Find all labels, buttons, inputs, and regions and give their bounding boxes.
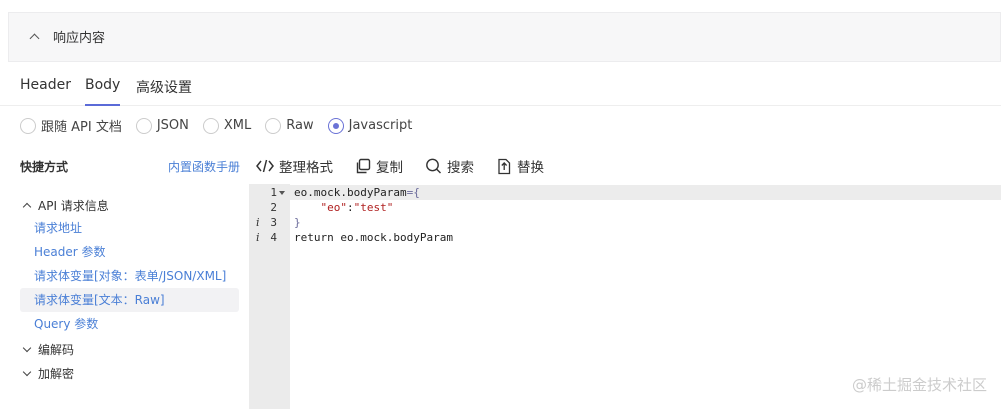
radio-label: Raw (286, 118, 314, 133)
radio-circle-icon (135, 117, 152, 134)
radio-label: Javascript (348, 118, 413, 133)
fold-arrow-icon[interactable] (279, 191, 285, 195)
replace-label: 替换 (517, 160, 544, 176)
watermark: @稀土掘金技术社区 (851, 376, 987, 394)
tab-bar: Header Body 高级设置 (0, 64, 1001, 106)
group-encode-decode[interactable]: 编解码 (22, 341, 74, 358)
format-label: 整理格式 (279, 160, 333, 176)
line-number-4: i 4 (256, 231, 277, 244)
chevron-down-icon (22, 345, 32, 355)
editor-toolbar: 整理格式 复制 搜索 替换 (256, 156, 566, 176)
radio-checked-icon (327, 117, 344, 134)
chevron-up-icon (29, 31, 41, 43)
tab-header[interactable]: Header (20, 77, 71, 104)
search-button[interactable]: 搜索 (425, 156, 474, 176)
group-label: 编解码 (38, 343, 75, 357)
radio-circle-icon (265, 117, 282, 134)
search-icon (426, 158, 441, 174)
sidebar-item-query-params[interactable]: Query 参数 (20, 312, 239, 336)
group-api-request-info[interactable]: API 请求信息 (22, 197, 109, 214)
radio-label: 跟随 API 文档 (41, 120, 122, 135)
replace-button[interactable]: 替换 (496, 156, 544, 176)
radio-follow-api-doc[interactable]: 跟随 API 文档 (20, 116, 122, 135)
sidebar-item-header-params[interactable]: Header 参数 (20, 240, 239, 264)
tab-body[interactable]: Body (85, 77, 121, 106)
chevron-up-icon (22, 201, 32, 211)
response-content-toggle[interactable]: 响应内容 (29, 27, 105, 46)
body-type-radio-group: 跟随 API 文档 JSON XML Raw Javascript (20, 116, 426, 135)
sidebar-header: 快捷方式 内置函数手册 (20, 158, 240, 175)
builtin-function-manual-link[interactable]: 内置函数手册 (168, 158, 240, 175)
group-encrypt-decrypt[interactable]: 加解密 (22, 365, 74, 382)
radio-label: JSON (156, 118, 189, 133)
code-line-1: eo.mock.bodyParam={ (294, 186, 420, 199)
code-line-4: return eo.mock.bodyParam (294, 231, 453, 244)
radio-javascript[interactable]: Javascript (327, 117, 413, 134)
sidebar-item-body-object[interactable]: 请求体变量[对象：表单/JSON/XML] (20, 264, 239, 288)
radio-xml[interactable]: XML (202, 117, 252, 134)
info-icon: i (256, 216, 260, 229)
radio-json[interactable]: JSON (135, 117, 189, 134)
shortcuts-sidebar: 快捷方式 内置函数手册 API 请求信息 请求地址 Header 参数 请求体变… (0, 150, 249, 409)
sidebar-item-request-url[interactable]: 请求地址 (20, 216, 239, 240)
response-content-panel: 响应内容 (8, 12, 1001, 62)
sidebar-title: 快捷方式 (20, 160, 69, 174)
format-button[interactable]: 整理格式 (256, 156, 333, 176)
code-line-2: "eo":"test" (320, 201, 394, 214)
code-icon (256, 159, 274, 173)
line-number-1: 1 (249, 185, 290, 200)
radio-circle-icon (20, 117, 36, 134)
line-number-2: 2 (270, 201, 277, 214)
tab-advanced-settings[interactable]: 高级设置 (136, 77, 192, 108)
radio-circle-icon (202, 117, 219, 134)
replace-icon (498, 158, 511, 174)
search-label: 搜索 (447, 160, 474, 176)
info-icon: i (256, 231, 260, 244)
radio-raw[interactable]: Raw (265, 117, 314, 134)
copy-button[interactable]: 复制 (355, 156, 403, 176)
copy-icon (356, 158, 371, 174)
response-content-title: 响应内容 (53, 31, 106, 46)
group-label: API 请求信息 (38, 199, 109, 213)
chevron-down-icon (22, 369, 32, 379)
group-label: 加解密 (38, 367, 75, 381)
line-number-3: i 3 (256, 216, 277, 229)
sidebar-item-body-raw[interactable]: 请求体变量[文本：Raw] (20, 288, 239, 312)
code-line-3: } (294, 216, 301, 229)
copy-label: 复制 (376, 160, 403, 176)
radio-label: XML (223, 118, 252, 133)
